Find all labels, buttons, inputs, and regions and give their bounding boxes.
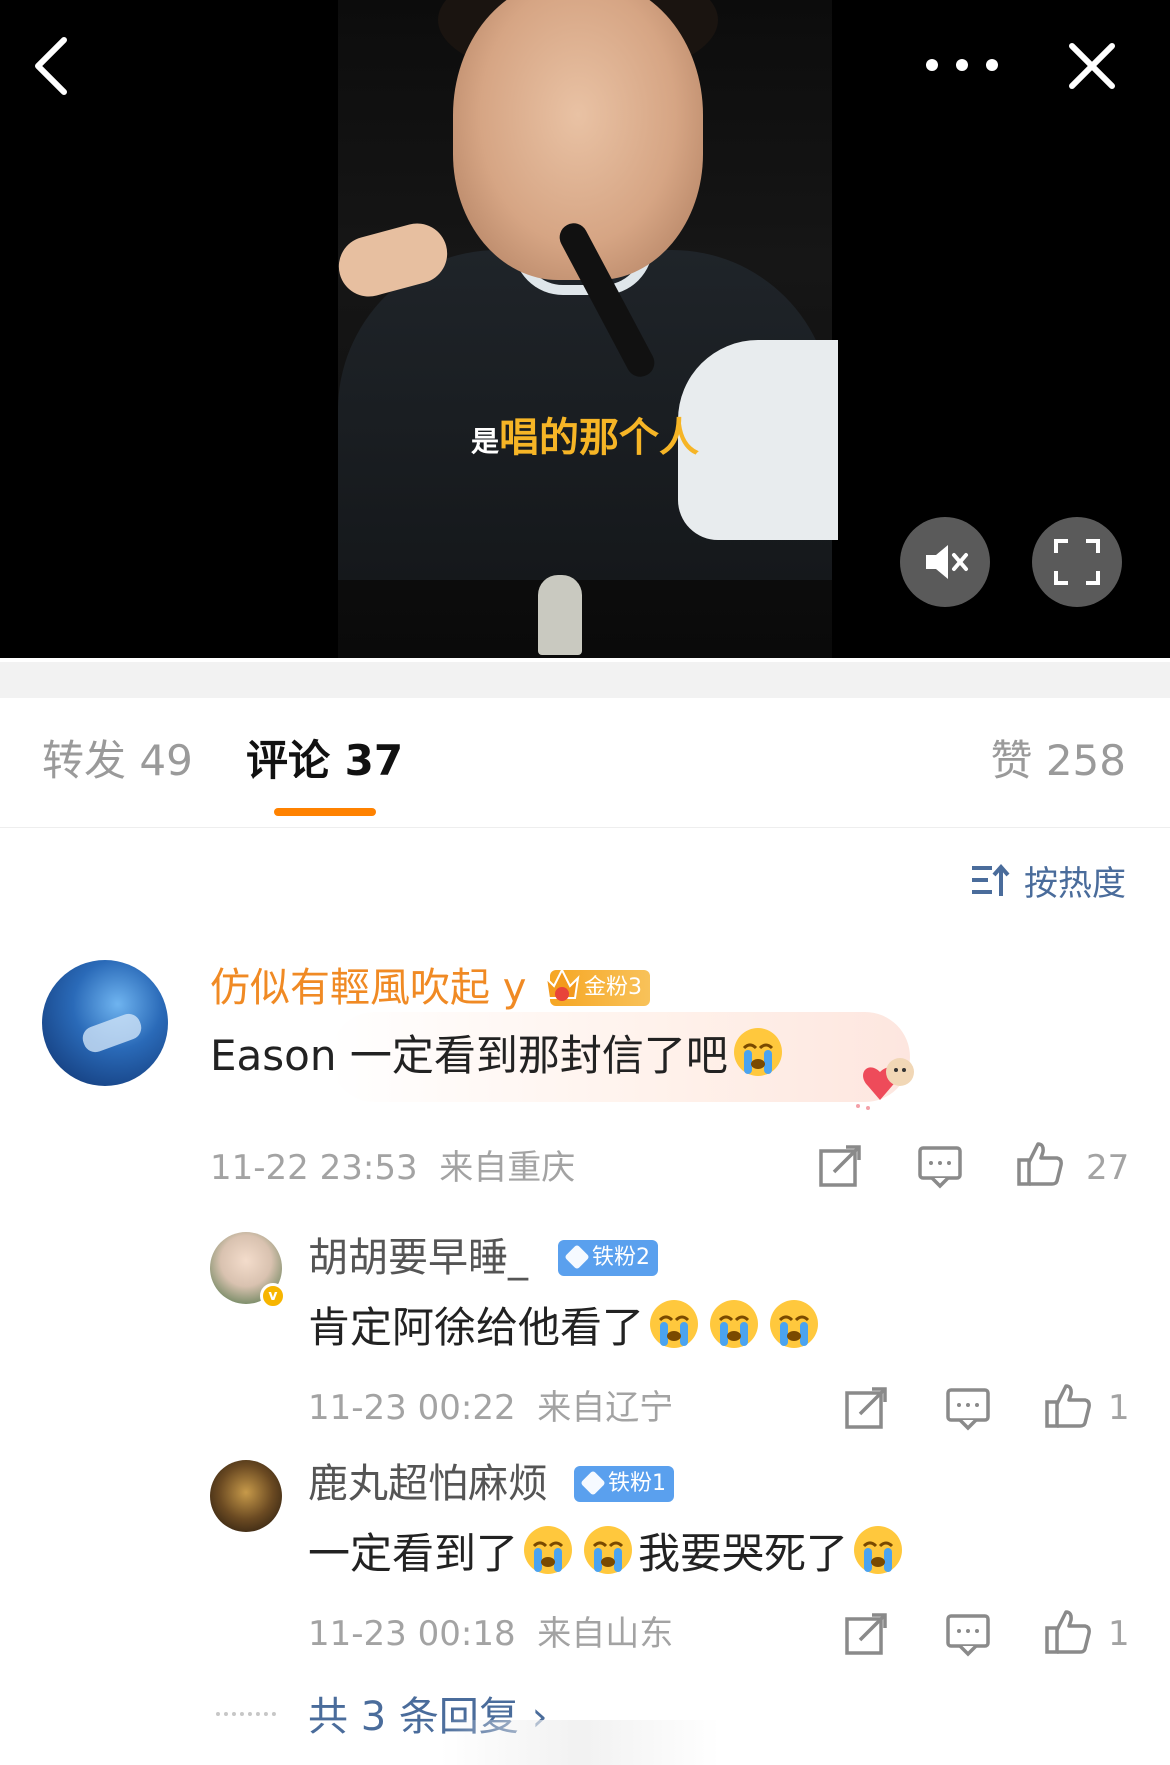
crying-emoji [854,1526,903,1574]
like-icon[interactable] [1016,1140,1064,1188]
tab-repost[interactable]: 转发 49 [42,736,193,786]
like-icon[interactable] [1044,1382,1092,1430]
sort-icon [972,863,1010,896]
fan-badge: 金粉3 [544,967,650,1006]
crown-icon [544,967,580,1001]
fullscreen-button[interactable] [1032,517,1122,607]
comment-username[interactable]: 仿似有輕風吹起 y [210,964,526,1012]
share-icon[interactable] [842,1384,890,1432]
stage-figure [538,575,582,655]
comment-icon[interactable] [944,1384,992,1432]
comment-text: Eason 一定看到那封信了吧 [210,1026,788,1084]
reply-username[interactable]: 鹿丸超怕麻烦 [308,1460,548,1508]
tab-bar: 转发 49 评论 37 赞 258 [0,698,1170,828]
reply-location: 来自辽宁 [537,1388,674,1428]
fullscreen-icon [1054,539,1100,585]
like-icon[interactable] [1044,1608,1092,1656]
crying-emoji [650,1300,699,1348]
section-separator [0,662,1170,698]
like-count: 1 [1108,1614,1130,1654]
reply-meta: 11-23 00:18 来自山东 [308,1614,673,1654]
reply-text-part1: 一定看到了 [308,1529,519,1578]
fan-badge-label: 金粉3 [584,975,642,1000]
avatar[interactable] [42,960,168,1086]
verified-badge: v [260,1283,286,1309]
reply-text: 一定看到了 我要哭死了 [308,1524,908,1582]
comment-location: 来自重庆 [439,1148,576,1188]
fan-badge: 铁粉1 [574,1466,674,1502]
crying-emoji [710,1300,759,1348]
comment-text-content: Eason 一定看到那封信了吧 [210,1031,728,1080]
heart-dog-sticker [856,1058,914,1110]
subtitle-big: 唱的那个人 [499,415,699,461]
mute-button[interactable] [900,517,990,607]
reply-text-part2: 我要哭死了 [638,1529,849,1578]
like-count: 1 [1108,1388,1130,1428]
mute-icon [926,545,968,579]
comment-time: 11-22 23:53 [210,1148,418,1188]
sort-label: 按热度 [1024,863,1126,904]
fan-badge-label: 铁粉2 [592,1245,650,1270]
share-icon[interactable] [842,1610,890,1658]
reply-username[interactable]: 胡胡要早睡_ [308,1234,528,1282]
subtitle-small: 是 [470,425,499,458]
crying-emoji [524,1526,573,1574]
comment-icon[interactable] [944,1610,992,1658]
sort-toggle[interactable]: 按热度 [970,858,1126,904]
reply-text-content: 肯定阿徐给他看了 [308,1303,645,1352]
reply-time: 11-23 00:22 [308,1388,516,1428]
like-count: 27 [1086,1148,1130,1188]
comment-meta: 11-22 23:53 来自重庆 [210,1148,575,1188]
diamond-icon [580,1470,606,1496]
avatar[interactable] [210,1460,282,1532]
reply-meta: 11-23 00:22 来自辽宁 [308,1388,673,1428]
video-subtitle: 是唱的那个人 [0,405,1170,463]
diamond-icon [564,1244,590,1270]
fan-badge-label: 铁粉1 [608,1471,666,1496]
tab-comment[interactable]: 评论 37 [246,736,403,786]
active-tab-indicator [274,808,376,816]
reply-location: 来自山东 [537,1614,674,1654]
crying-emoji [584,1526,633,1574]
comment-icon[interactable] [916,1142,964,1190]
video-player[interactable]: 是唱的那个人 [0,0,1170,658]
tab-like[interactable]: 赞 258 [990,736,1126,786]
reply-time: 11-23 00:18 [308,1614,516,1654]
back-icon[interactable] [30,34,74,98]
crying-emoji [733,1028,782,1076]
share-icon[interactable] [816,1142,864,1190]
close-icon[interactable] [1066,40,1118,92]
fan-badge: 铁粉2 [558,1240,658,1276]
more-icon[interactable] [924,50,1000,80]
reply-leader-dots [216,1712,276,1716]
video-frame [332,0,838,658]
bottom-fade [440,1720,720,1765]
crying-emoji [770,1300,819,1348]
reply-text: 肯定阿徐给他看了 [308,1298,824,1356]
